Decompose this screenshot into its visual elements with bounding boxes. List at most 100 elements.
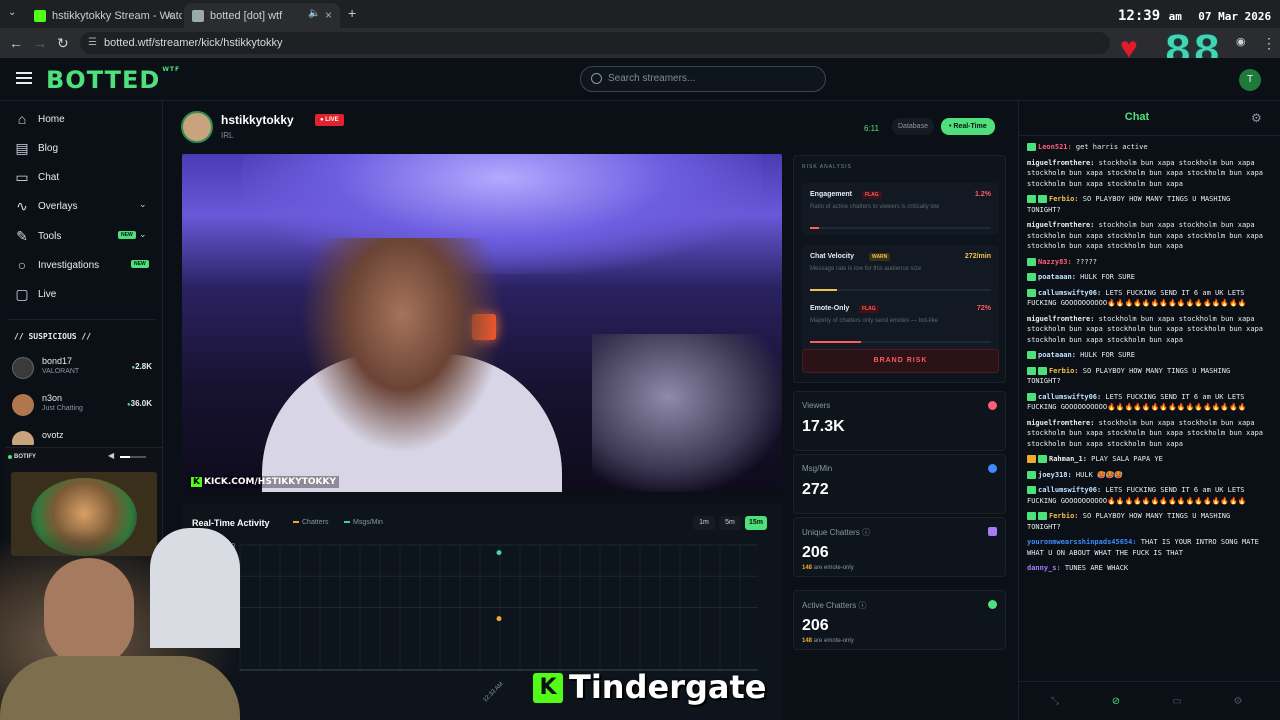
back-icon[interactable]: ←	[9, 35, 23, 51]
legend-msgs: Msgs/Min	[344, 519, 383, 526]
chat-username[interactable]: poataaan:	[1038, 273, 1076, 281]
chat-text: ?????	[1071, 257, 1098, 266]
range-15m-button[interactable]: 15m	[745, 516, 767, 530]
site-logo[interactable]: BOTTED WTF	[46, 66, 180, 94]
wrench-icon: ✎	[16, 228, 28, 244]
browser-menu-icon[interactable]: ⋮	[1262, 35, 1276, 52]
user-avatar[interactable]: T	[1239, 69, 1261, 91]
home-icon: ⌂	[17, 111, 27, 127]
chat-username[interactable]: Leon521:	[1038, 143, 1072, 151]
tab-kick-stream[interactable]: hstikkytokky Stream - Watch Li ×	[26, 3, 182, 28]
site-header: BOTTED WTF Search streamers... T	[0, 58, 1280, 101]
legend-label: Msgs/Min	[353, 519, 383, 526]
chat-username[interactable]: miguelfromthere:	[1027, 419, 1094, 427]
chat-message-list[interactable]: Leon521: get harris active miguelfromther…	[1027, 142, 1267, 579]
streamer-name[interactable]: hstikkytokky	[221, 113, 294, 127]
search-input[interactable]: Search streamers...	[580, 66, 826, 92]
chevron-down-icon[interactable]: ⌄	[139, 199, 147, 210]
forward-icon[interactable]: →	[33, 35, 47, 51]
chat-username[interactable]: poataaan:	[1038, 351, 1076, 359]
chat-message: poataaan: HULK FOR SURE	[1027, 272, 1267, 283]
sidebar-item-overlays[interactable]: ∿ Overlays ⌄	[14, 196, 154, 216]
chat-username[interactable]: Ferbio:	[1049, 195, 1079, 203]
watermark-text: KICK.COM/HSTIKKYTOKKY	[203, 477, 337, 487]
brand-risk-button[interactable]: BRAND RISK	[802, 349, 999, 373]
volume-icon[interactable]: ◀	[108, 451, 114, 460]
stream-caption: K Tindergate	[533, 668, 766, 706]
chat-message: Rahman_1: PLAY SALA PAPA YE	[1027, 454, 1267, 465]
sidebar-item-live[interactable]: ▢ Live	[14, 284, 154, 304]
hud-ampm: am	[1168, 10, 1182, 23]
chat-username[interactable]: Nazzy83:	[1038, 258, 1072, 266]
chat-username[interactable]: Ferbio:	[1049, 512, 1079, 520]
stream-video[interactable]: K KICK.COM/HSTIKKYTOKKY	[182, 154, 782, 492]
settings-icon[interactable]: ⚙	[1232, 696, 1244, 708]
chat-username[interactable]: callumswifty06:	[1038, 486, 1101, 494]
range-5m-button[interactable]: 5m	[719, 516, 741, 530]
address-bar: ← → ↻ ☰ botted.wtf/streamer/kick/hstikky…	[0, 28, 1280, 58]
risk-tag: FLAG	[859, 305, 879, 313]
risk-desc: Majority of chatters only send emotes — …	[810, 318, 939, 324]
bot-filter-icon[interactable]: ⊘	[1110, 696, 1122, 708]
chat-message: Ferbio: SO PLAYBOY HOW MANY TINGS U MASH…	[1027, 511, 1267, 532]
chat-username[interactable]: Rahman_1:	[1049, 455, 1087, 463]
chat-username[interactable]: youronmwearsshinpads45654:	[1027, 538, 1137, 546]
chat-message: joey318: HULK 🥵🥵🥵	[1027, 470, 1267, 481]
chat-username[interactable]: miguelfromthere:	[1027, 315, 1094, 323]
chat-username[interactable]: joey318:	[1038, 471, 1072, 479]
streamer-category: VALORANT	[42, 368, 80, 375]
sidebar-item-home[interactable]: ⌂ Home	[14, 109, 154, 129]
badge-icon	[1027, 288, 1036, 297]
mute-tab-icon[interactable]: 🔈	[308, 8, 320, 19]
chat-message: miguelfromthere: stockholm bun xapa stoc…	[1027, 158, 1267, 190]
chat-message: youronmwearsshinpads45654: THAT IS YOUR …	[1027, 537, 1267, 558]
sidebar-item-blog[interactable]: ▤ Blog	[14, 138, 154, 158]
new-badge: NEW	[131, 260, 149, 268]
database-button[interactable]: Database	[892, 118, 934, 135]
search-icon	[591, 73, 602, 84]
chat-message: miguelfromthere: stockholm bun xapa stoc…	[1027, 220, 1267, 252]
chat-message: callumswifty06: LETS FUCKING SEND IT 6 a…	[1027, 485, 1267, 506]
range-1m-button[interactable]: 1m	[693, 516, 715, 530]
sidebar-item-label: Home	[38, 113, 65, 125]
collapse-icon[interactable]: ⤡	[1049, 696, 1061, 708]
tab-search-dropdown-icon[interactable]: ⌄	[8, 7, 16, 18]
risk-title: RISK ANALYSIS	[802, 164, 852, 170]
chat-username[interactable]: miguelfromthere:	[1027, 221, 1094, 229]
new-tab-button[interactable]: +	[348, 5, 356, 21]
avatar	[12, 357, 34, 379]
chat-username[interactable]: miguelfromthere:	[1027, 159, 1094, 167]
x-tick-label: 12:33 AM	[482, 681, 504, 703]
suspicious-streamer-item[interactable]: ovotz	[12, 429, 152, 445]
gear-icon[interactable]: ⚙	[1251, 111, 1262, 125]
chat-username[interactable]: callumswifty06:	[1038, 289, 1101, 297]
badge-icon	[1027, 351, 1036, 359]
menu-icon[interactable]	[16, 72, 32, 84]
sidebar-item-label: Overlays	[38, 200, 78, 212]
chevron-down-icon[interactable]: ⌄	[139, 229, 147, 240]
stat-viewers: Viewers 17.3K	[793, 391, 1006, 451]
url-field[interactable]: ☰ botted.wtf/streamer/kick/hstikkytokky	[80, 32, 1110, 54]
streamer-category: Just Chatting	[42, 405, 83, 412]
chat-text: get harris active	[1071, 143, 1148, 151]
chat-username[interactable]: callumswifty06:	[1038, 393, 1101, 401]
reload-icon[interactable]: ↻	[57, 35, 69, 52]
close-tab-icon[interactable]: ×	[325, 8, 332, 22]
chat-username[interactable]: Ferbio:	[1049, 367, 1079, 375]
suspicious-streamer-item[interactable]: bond17 VALORANT 2.8K	[12, 355, 152, 385]
sidebar-item-tools[interactable]: ✎ Tools NEW ⌄	[14, 226, 154, 246]
eye-icon	[988, 401, 997, 410]
tab-botted[interactable]: botted [dot] wtf 🔈 ×	[184, 3, 340, 28]
popout-icon[interactable]: ▭	[1171, 696, 1183, 708]
close-tab-icon[interactable]: ×	[167, 8, 174, 22]
suspicious-streamer-item[interactable]: n3on Just Chatting 36.0K	[12, 392, 152, 422]
sidebar-item-chat[interactable]: ▭ Chat	[14, 167, 154, 187]
realtime-button[interactable]: • Real-Time	[941, 118, 995, 135]
profile-icon[interactable]: ◉	[1236, 35, 1246, 48]
streamer-name: bond17	[42, 356, 73, 366]
site-info-icon[interactable]: ☰	[88, 32, 97, 54]
chat-username[interactable]: danny_s:	[1027, 564, 1061, 572]
sidebar-item-investigations[interactable]: ○ Investigations NEW	[14, 255, 154, 275]
volume-slider[interactable]	[120, 456, 146, 458]
chat-panel: Chat ⚙ Leon521: get harris active miguelf…	[1018, 101, 1280, 720]
